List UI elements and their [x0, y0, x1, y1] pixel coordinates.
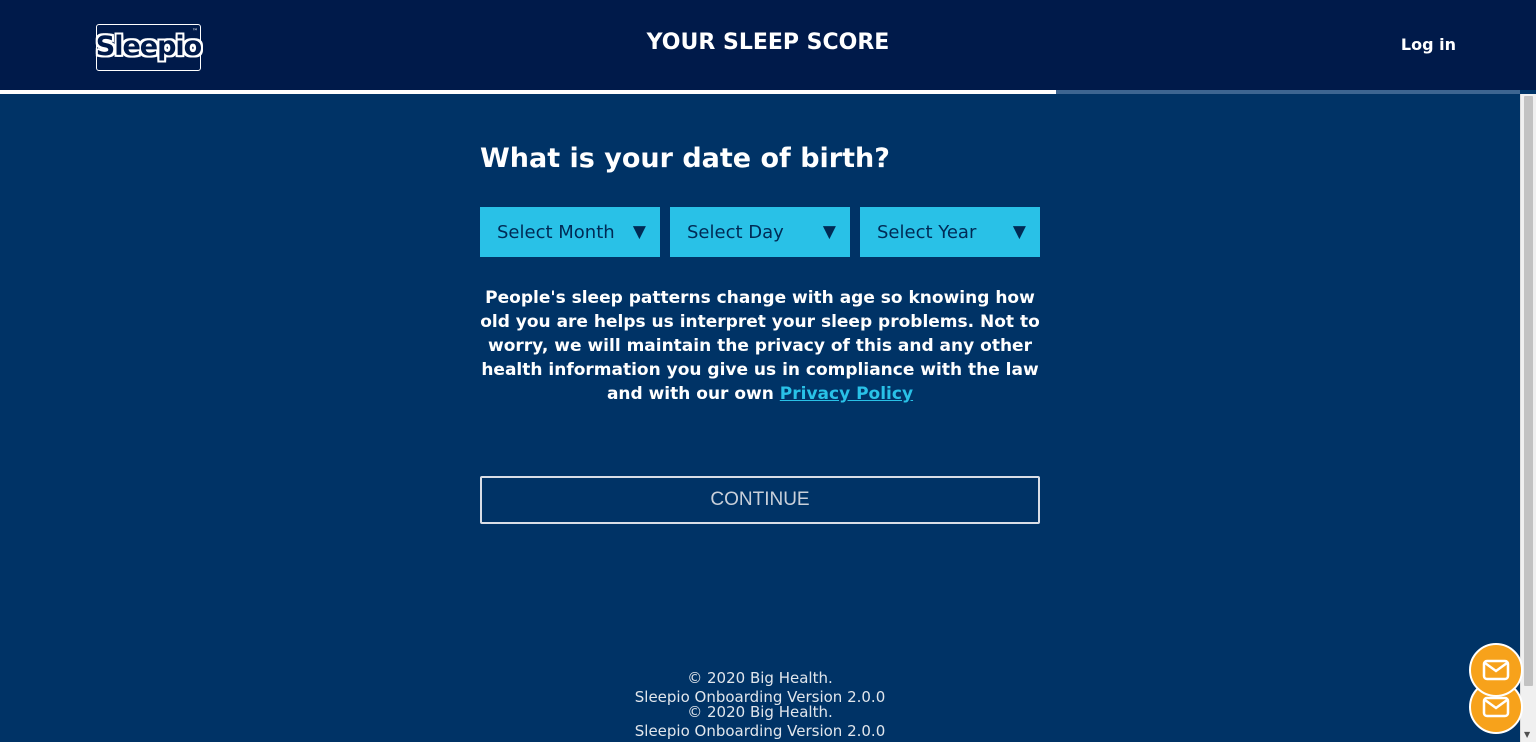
- footer-version: Sleepio Onboarding Version 2.0.0: [634, 722, 886, 740]
- continue-button[interactable]: CONTINUE: [480, 476, 1040, 524]
- progress-bar-fill: [0, 90, 1057, 94]
- progress-bar: [0, 90, 1520, 94]
- month-select[interactable]: Select Month ▼: [480, 207, 660, 257]
- footer: © 2020 Big Health. Sleepio Onboarding Ve…: [0, 669, 1520, 707]
- day-select-value: Select Day: [687, 221, 784, 243]
- day-select[interactable]: Select Day ▼: [670, 207, 850, 257]
- question-heading: What is your date of birth?: [480, 143, 890, 174]
- chat-button[interactable]: [1469, 643, 1523, 697]
- footer-copyright: © 2020 Big Health.: [687, 703, 833, 721]
- footer-copyright: © 2020 Big Health.: [687, 669, 833, 687]
- login-link[interactable]: Log in: [1401, 35, 1456, 54]
- year-select-value: Select Year: [877, 221, 977, 243]
- triangle-down-icon: ▼: [1012, 222, 1026, 242]
- triangle-down-icon: ▼: [632, 222, 646, 242]
- month-select-value: Select Month: [497, 221, 615, 243]
- footer-duplicate: © 2020 Big Health. Sleepio Onboarding Ve…: [0, 703, 1520, 741]
- year-select[interactable]: Select Year ▼: [860, 207, 1040, 257]
- scrollbar-thumb[interactable]: [1524, 96, 1533, 686]
- vertical-scrollbar[interactable]: ▼: [1520, 94, 1536, 742]
- explanation-text: People's sleep patterns change with age …: [480, 288, 1040, 404]
- triangle-down-icon: ▼: [822, 222, 836, 242]
- privacy-explanation: People's sleep patterns change with age …: [480, 286, 1040, 406]
- scroll-down-arrow-icon[interactable]: ▼: [1524, 730, 1530, 739]
- envelope-icon: [1482, 696, 1510, 718]
- envelope-icon: [1482, 659, 1510, 681]
- top-navigation-bar: Sleepio ™ YOUR SLEEP SCORE Log in: [0, 0, 1536, 90]
- page-title: YOUR SLEEP SCORE: [646, 30, 890, 55]
- privacy-policy-link[interactable]: Privacy Policy: [780, 384, 913, 404]
